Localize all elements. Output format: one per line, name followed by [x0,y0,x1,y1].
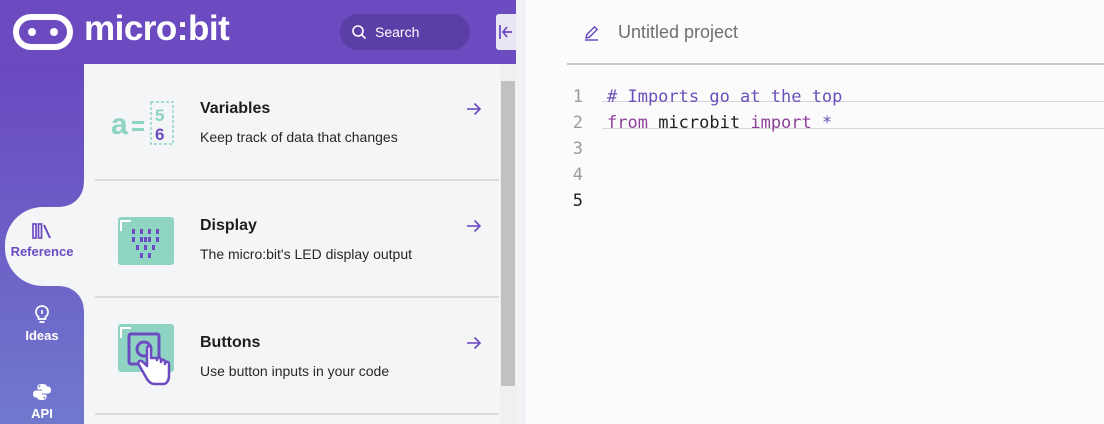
scrollbar-thumb[interactable] [501,81,515,386]
card-title: Buttons [200,334,261,351]
card-title: Variables [200,100,271,117]
python-icon [33,384,51,400]
line-number: 3 [572,139,583,159]
app-header: micro:bit Search [0,0,516,64]
svg-text:6: 6 [155,125,164,144]
line-number: 1 [572,87,583,107]
lightbulb-icon [35,305,49,323]
project-name[interactable]: Untitled project [618,22,738,43]
arrow-right-icon [467,219,482,233]
project-name-bar[interactable]: Untitled project [526,0,1104,65]
code-line[interactable]: 2 from microbit import * [526,110,1104,136]
collapse-sidebar-button[interactable] [496,14,516,50]
microbit-logo-icon[interactable] [13,14,73,50]
sidebar-item-label: API [31,406,53,421]
arrow-right-icon [467,102,482,116]
pencil-edit-icon[interactable] [583,24,600,41]
sidebar-item-label: Reference [10,244,74,259]
reference-card-variables[interactable]: a 5 6 Variables Keep track of data that … [95,64,499,181]
search-label: Search [375,24,420,40]
books-icon [32,223,51,239]
line-number: 5 [572,191,583,211]
reference-panel: a 5 6 Variables Keep track of data that … [84,64,500,424]
keyword-import: import [750,113,812,133]
svg-text:5: 5 [155,106,164,125]
reference-scrollbar[interactable] [500,64,516,424]
sidebar-rail: Reference Ideas API [0,64,84,424]
buttons-illustration-icon [118,324,174,386]
card-description: Use button inputs in your code [200,363,390,379]
code-text: from microbit import * [607,110,832,136]
code-line[interactable]: 3 [526,136,1104,162]
card-description: Keep track of data that changes [200,129,398,145]
code-line-active[interactable]: 5 [526,188,1104,214]
svg-text:a: a [111,108,128,141]
code-editor[interactable]: Untitled project 1 # Imports go at the t… [526,0,1104,424]
sidebar-item-api[interactable]: API [0,382,84,421]
arrow-right-icon [467,336,482,350]
brand-name: micro:bit [84,9,230,48]
wildcard-operator: * [822,113,833,133]
search-icon [352,25,366,39]
project-name-underline [567,63,1104,65]
search-button[interactable]: Search [340,14,470,50]
reference-card-buttons[interactable]: Buttons Use button inputs in your code [95,298,499,415]
sidebar-item-reference[interactable]: Reference [0,222,84,259]
sidebar-item-ideas[interactable]: Ideas [0,304,84,343]
line-number: 2 [572,113,583,133]
keyword-from: from [607,113,648,133]
line-number: 4 [572,165,583,185]
variables-illustration-icon: a 5 6 [111,101,174,145]
reference-card-display[interactable]: Display The micro:bit's LED display outp… [95,181,499,298]
code-line[interactable]: 4 [526,162,1104,188]
card-title: Display [200,217,257,234]
card-description: The micro:bit's LED display output [200,246,412,262]
module-name: microbit [658,113,741,133]
sidebar-item-label: Ideas [25,328,59,343]
display-illustration-icon [118,217,174,265]
collapse-left-icon [499,25,512,39]
panel-divider[interactable] [516,0,526,424]
code-line[interactable]: 1 # Imports go at the top [526,84,1104,110]
code-comment: # Imports go at the top [607,87,843,107]
